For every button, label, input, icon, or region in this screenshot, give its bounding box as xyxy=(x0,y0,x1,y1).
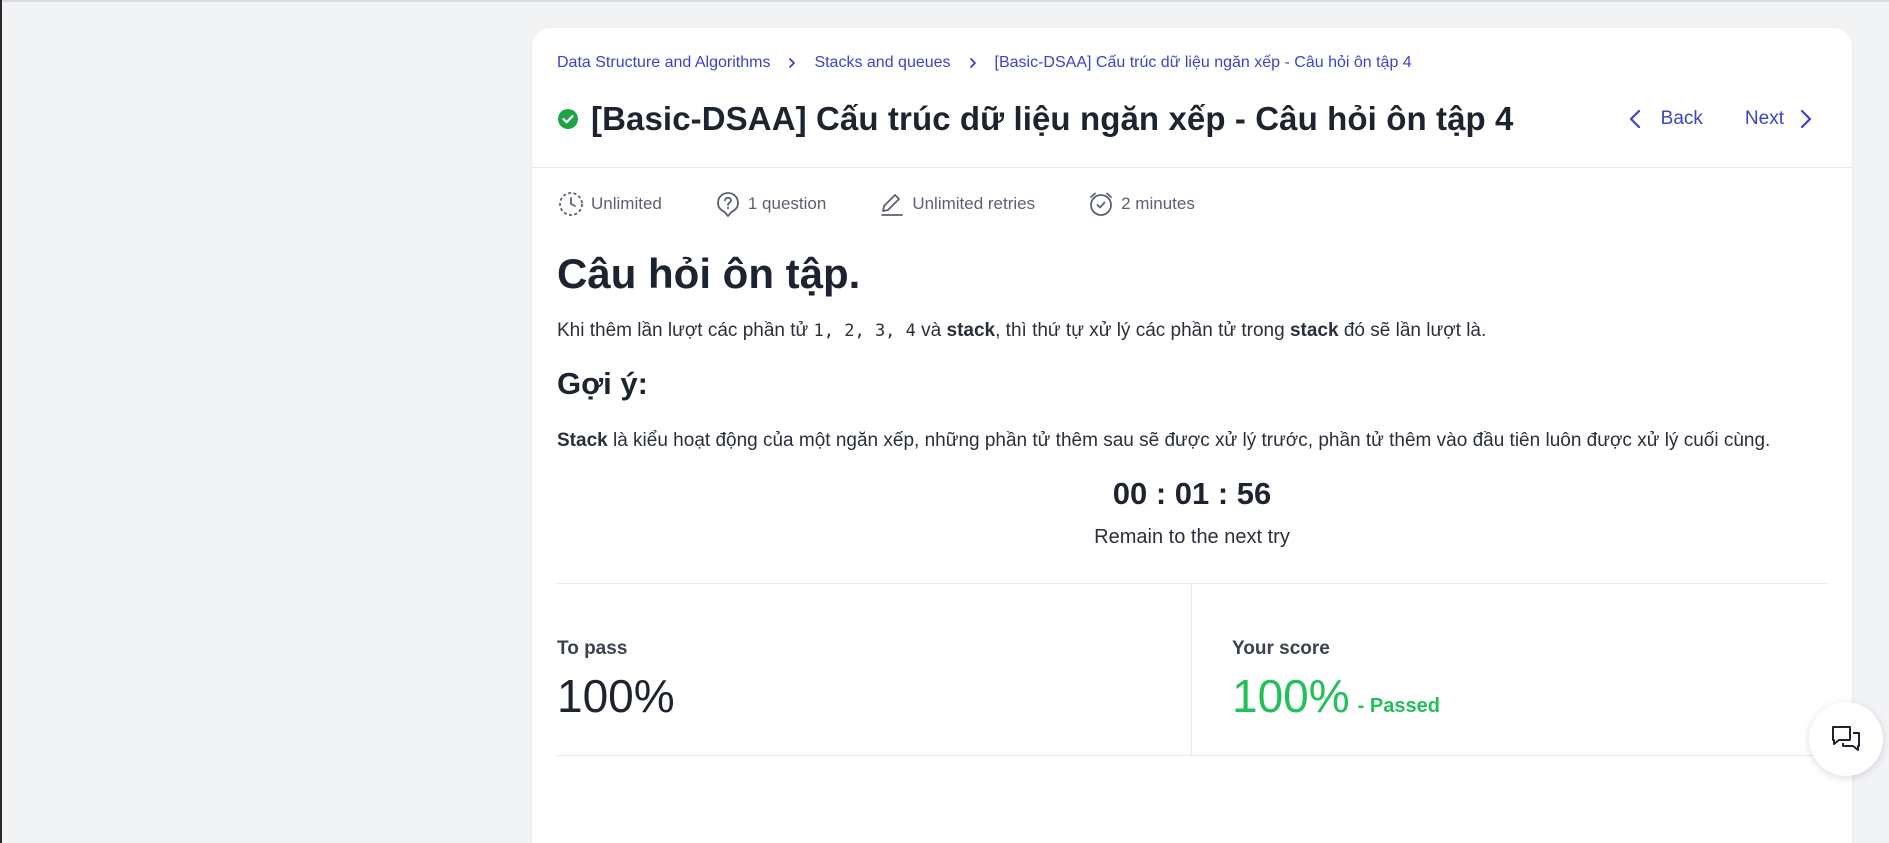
timer-label: Remain to the next try xyxy=(1094,526,1290,548)
meta-duration: 2 minutes xyxy=(1087,190,1195,218)
meta-duration-text: 2 minutes xyxy=(1121,194,1195,213)
chat-bubbles-icon xyxy=(1832,726,1860,751)
to-pass-label: To pass xyxy=(557,638,628,659)
page-title: [Basic-DSAA] Cấu trúc dữ liệu ngăn xếp -… xyxy=(591,100,1514,137)
top-edge xyxy=(0,0,1889,2)
title-left: [Basic-DSAA] Cấu trúc dữ liệu ngăn xếp -… xyxy=(557,100,1514,138)
breadcrumb-section[interactable]: Stacks and queues xyxy=(814,54,950,72)
meta-questions-text: 1 question xyxy=(747,194,827,213)
quiz-meta: Unlimited 1 question Unlimited retries 2… xyxy=(557,168,1827,240)
back-label: Back xyxy=(1660,108,1703,129)
meta-questions: 1 question xyxy=(714,190,826,218)
chevron-right-icon xyxy=(951,57,995,69)
meta-time-limit-text: Unlimited xyxy=(591,194,662,213)
hint-bold: Stack xyxy=(557,430,608,451)
retry-timer: 00 : 01 : 56 Remain to the next try xyxy=(557,476,1827,549)
card-body: Unlimited 1 question Unlimited retries 2… xyxy=(532,168,1852,756)
breadcrumb: Data Structure and Algorithms Stacks and… xyxy=(557,52,1826,74)
pencil-icon xyxy=(881,194,904,216)
alarm-clock-icon xyxy=(1090,192,1113,216)
chevron-right-icon xyxy=(770,57,814,69)
question-text: Khi thêm lần lượt các phần tử 1, 2, 3, 4… xyxy=(557,316,1827,346)
your-score-value: 100% xyxy=(1232,670,1350,722)
nav-buttons: Back Next xyxy=(1625,108,1816,130)
left-edge xyxy=(0,0,2,843)
question-bubble-icon xyxy=(716,192,739,217)
title-row: [Basic-DSAA] Cấu trúc dữ liệu ngăn xếp -… xyxy=(557,100,1826,138)
question-bold-2: stack xyxy=(1289,320,1339,341)
back-button[interactable]: Back xyxy=(1625,108,1703,130)
clock-dashed-icon xyxy=(559,192,583,216)
timer-value: 00 : 01 : 56 xyxy=(1112,476,1272,511)
question-part-2: và xyxy=(915,320,947,341)
hint-heading: Gợi ý: xyxy=(557,366,648,401)
chevron-right-icon xyxy=(1800,109,1812,129)
to-pass-panel: To pass 100% xyxy=(557,584,1192,755)
card-header: Data Structure and Algorithms Stacks and… xyxy=(532,28,1852,168)
meta-time-limit: Unlimited xyxy=(557,190,662,218)
passed-badge: - Passed xyxy=(1357,695,1440,717)
quiz-card: Data Structure and Algorithms Stacks and… xyxy=(532,28,1852,843)
question-bold-1: stack xyxy=(946,320,996,341)
meta-retries-text: Unlimited retries xyxy=(912,194,1036,213)
hint-text: Stack là kiểu hoạt động của một ngăn xếp… xyxy=(557,426,1827,456)
breadcrumb-current[interactable]: [Basic-DSAA] Cấu trúc dữ liệu ngăn xếp -… xyxy=(995,54,1412,72)
your-score-line: 100% - Passed xyxy=(1232,670,1827,732)
your-score-panel: Your score 100% - Passed xyxy=(1192,584,1827,755)
chevron-left-icon xyxy=(1629,109,1640,129)
question-part-3: , thì thứ tự xử lý các phần tử trong xyxy=(995,320,1290,341)
your-score-label: Your score xyxy=(1232,638,1330,659)
score-summary: To pass 100% Your score 100% - Passed xyxy=(557,584,1827,756)
question-code: 1, 2, 3, 4 xyxy=(813,321,916,341)
hint-body: là kiểu hoạt động của một ngăn xếp, nhữn… xyxy=(607,430,1771,451)
breadcrumb-course[interactable]: Data Structure and Algorithms xyxy=(557,54,770,72)
next-button[interactable]: Next xyxy=(1745,108,1816,130)
check-circle-icon xyxy=(557,108,579,130)
question-part-1: Khi thêm lần lượt các phần tử xyxy=(557,320,814,341)
question-heading: Câu hỏi ôn tập. xyxy=(557,250,861,297)
question-part-4: đó sẽ lần lượt là. xyxy=(1338,320,1487,341)
next-label: Next xyxy=(1744,108,1784,129)
to-pass-value: 100% xyxy=(557,670,675,722)
chat-button[interactable] xyxy=(1809,702,1883,776)
meta-retries: Unlimited retries xyxy=(878,190,1035,218)
